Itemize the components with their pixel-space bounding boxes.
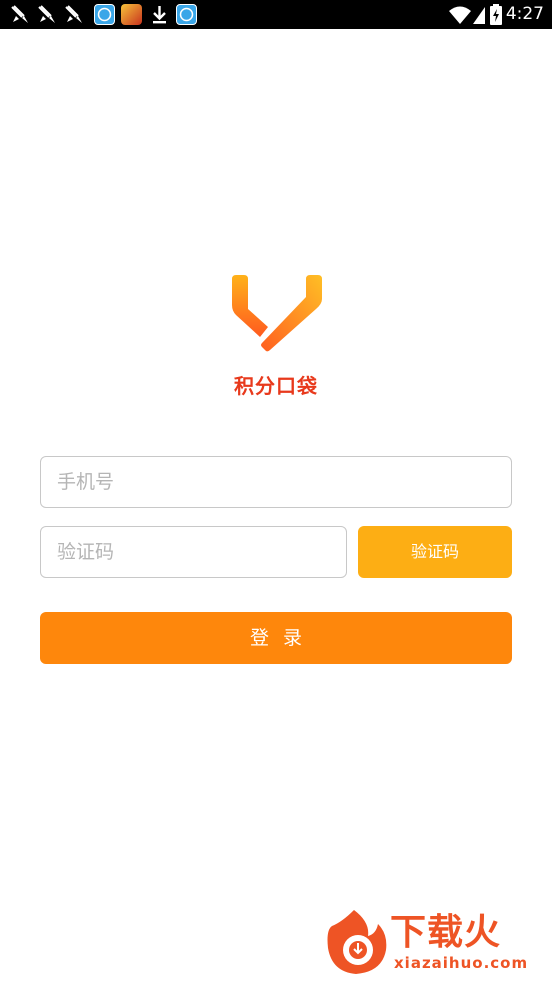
login-button[interactable]: 登录 bbox=[40, 612, 512, 664]
login-screen: 4:27 积分口袋 验证码 登录 下载火 xiazaihuo.com bbox=[0, 0, 552, 982]
game-icon bbox=[121, 4, 142, 25]
app-name: 积分口袋 bbox=[234, 374, 318, 398]
fox-browser-icon bbox=[176, 4, 197, 25]
fox-browser-icon bbox=[94, 4, 115, 25]
download-icon bbox=[153, 6, 166, 24]
tools-icon bbox=[38, 5, 55, 23]
flame-logo-icon bbox=[327, 910, 387, 974]
watermark-url: xiazaihuo.com bbox=[394, 954, 529, 972]
status-time: 4:27 bbox=[505, 4, 544, 24]
app-logo-icon bbox=[232, 275, 322, 352]
wifi-icon bbox=[449, 6, 471, 24]
watermark-title: 下载火 bbox=[390, 912, 502, 953]
get-code-button[interactable]: 验证码 bbox=[358, 526, 512, 578]
phone-input[interactable] bbox=[40, 456, 512, 508]
verification-code-input[interactable] bbox=[40, 526, 347, 578]
battery-charging-icon bbox=[490, 4, 502, 25]
signal-icon bbox=[473, 7, 485, 24]
watermark: 下载火 xiazaihuo.com bbox=[322, 906, 548, 978]
status-bar: 4:27 bbox=[0, 0, 552, 29]
tools-icon bbox=[11, 5, 28, 23]
tools-icon bbox=[65, 5, 82, 23]
